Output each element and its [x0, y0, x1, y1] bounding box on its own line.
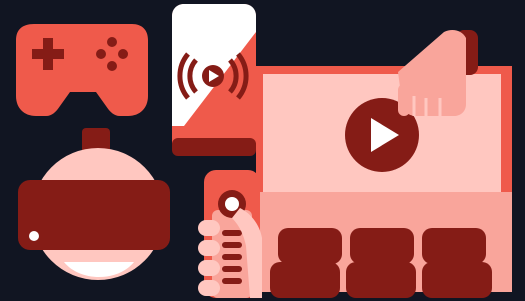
cinema-seats-icon [270, 228, 492, 298]
action-buttons-icon [107, 37, 117, 47]
media-illustration [0, 0, 525, 301]
smartphone-broadcast-icon [172, 4, 256, 156]
remote-control-icon [198, 170, 262, 298]
